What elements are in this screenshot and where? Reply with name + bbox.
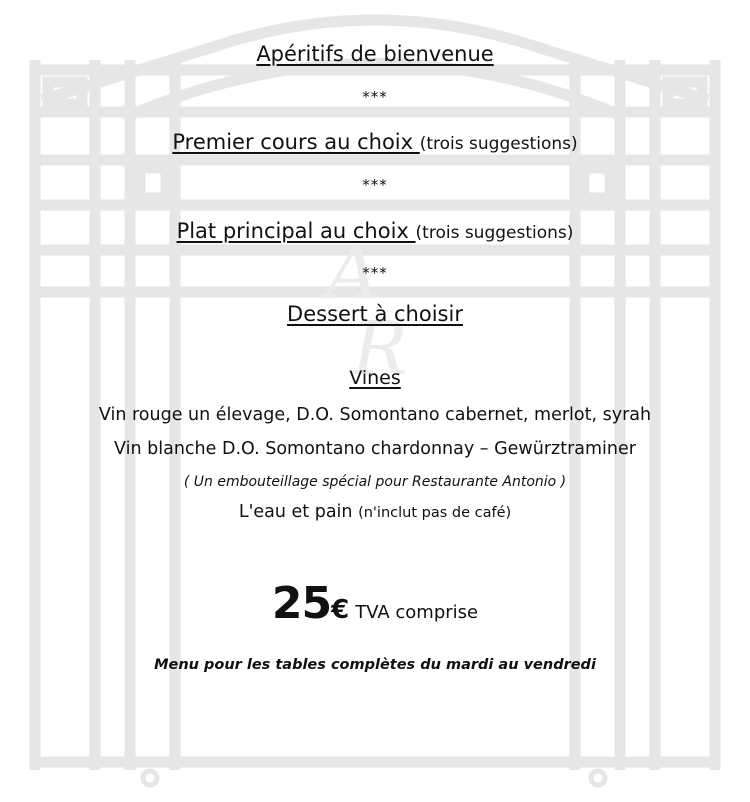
water-bread-line: L'eau et pain (n'inclut pas de café): [0, 502, 750, 522]
price-amount: 25: [271, 578, 332, 629]
dessert-heading: Dessert à choisir: [287, 302, 463, 326]
main-course-line: Plat principal au choix (trois suggestio…: [0, 219, 750, 243]
main-course-note: (trois suggestions): [415, 223, 574, 243]
price-currency: €: [331, 595, 350, 625]
price-line: 25€ TVA comprise: [0, 578, 750, 629]
price-tax-note: TVA comprise: [355, 602, 479, 623]
first-course-line: Premier cours au choix (trois suggestion…: [0, 130, 750, 154]
first-course-note: (trois suggestions): [419, 134, 578, 154]
white-wine: Vin blanche D.O. Somontano chardonnay – …: [114, 439, 636, 459]
coffee-note: (n'inclut pas de café): [358, 505, 512, 521]
background-gate-watermark: A R: [29, 14, 721, 788]
separator: ***: [362, 88, 388, 106]
footer-note: Menu pour les tables complètes du mardi …: [154, 657, 596, 673]
separator: ***: [362, 176, 388, 194]
first-course-heading: Premier cours au choix: [172, 130, 420, 154]
water-bread: L'eau et pain: [238, 502, 359, 522]
bottling-note: ( Un embouteillage spécial pour Restaura…: [183, 474, 567, 490]
main-course-heading: Plat principal au choix: [176, 219, 416, 243]
wines-heading: Vines: [349, 367, 401, 389]
aperitifs-heading: Apéritifs de bienvenue: [256, 42, 494, 66]
separator: ***: [362, 264, 388, 282]
red-wine: Vin rouge un élevage, D.O. Somontano cab…: [98, 405, 652, 425]
